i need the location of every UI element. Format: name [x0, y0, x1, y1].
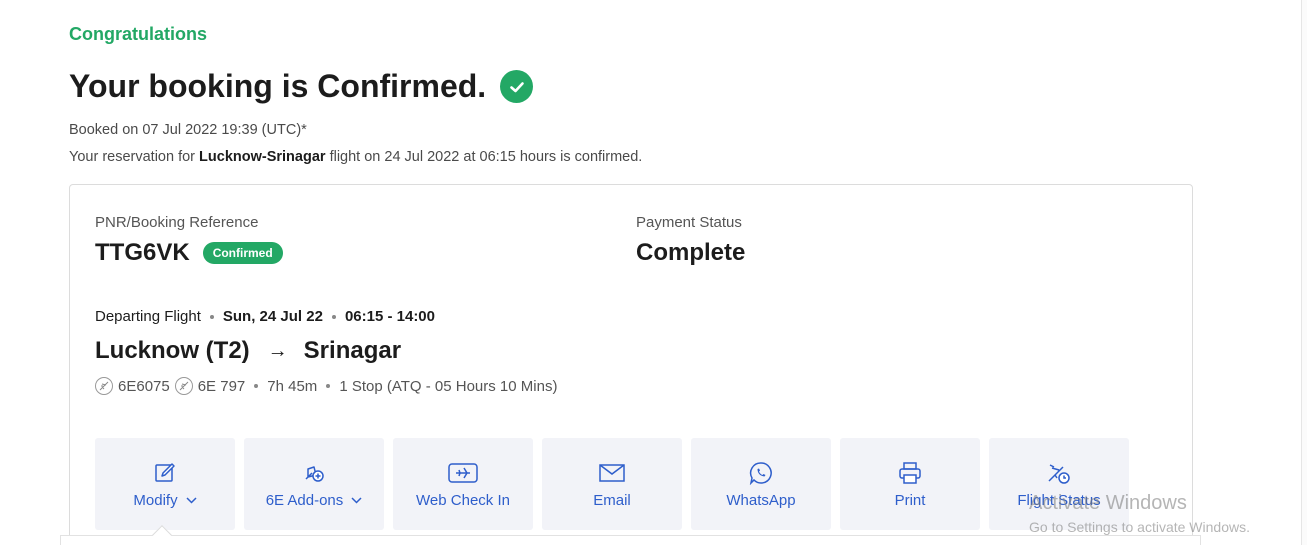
separator-dot — [331, 314, 336, 319]
booked-on-text: Booked on 07 Jul 2022 19:39 (UTC)* — [69, 122, 307, 138]
status-badge: Confirmed — [202, 242, 283, 264]
chevron-down-icon — [186, 496, 197, 504]
watermark-subtitle: Go to Settings to activate Windows. — [1029, 519, 1250, 535]
email-label: Email — [593, 491, 631, 509]
payment-status-label: Payment Status — [636, 214, 742, 231]
separator-dot — [209, 314, 214, 319]
printer-icon — [898, 460, 922, 486]
addons-icon — [302, 460, 326, 486]
modify-label: Modify — [133, 491, 178, 509]
modify-dropdown-panel — [60, 535, 1201, 545]
windows-activation-watermark: Activate Windows Go to Settings to activ… — [1029, 492, 1250, 535]
reservation-route: Lucknow-Srinagar — [199, 149, 326, 165]
airplane-icon — [95, 377, 113, 395]
flight-route: Lucknow (T2) → Srinagar — [95, 337, 401, 365]
watermark-title: Activate Windows — [1029, 492, 1187, 514]
reservation-suffix: flight on 24 Jul 2022 at 06:15 hours is … — [325, 149, 643, 165]
envelope-icon — [599, 460, 625, 486]
addons-label: 6E Add-ons — [265, 491, 344, 509]
edit-icon — [153, 460, 177, 486]
pnr-label: PNR/Booking Reference — [95, 214, 259, 231]
pnr-value: TTG6VK — [95, 239, 190, 266]
reservation-prefix: Your reservation for — [69, 149, 200, 165]
airplane-icon — [174, 377, 193, 395]
flight-number-2: 6E 797 — [197, 377, 246, 395]
print-label: Print — [894, 491, 926, 509]
action-bar: Modify 6E Add-ons Web Check In Email Wha… — [95, 438, 1129, 530]
flight-date: Sun, 24 Jul 22 — [222, 308, 323, 325]
booking-card: PNR/Booking Reference TTG6VK Confirmed P… — [69, 184, 1193, 545]
separator-dot — [254, 384, 259, 388]
modify-button[interactable]: Modify — [95, 438, 235, 530]
flight-details: 6E6075 6E 797 7h 45m 1 Stop (ATQ - 05 Ho… — [95, 377, 557, 395]
headline-text: Your booking is Confirmed. — [69, 68, 487, 104]
departing-flight-row: Departing Flight Sun, 24 Jul 22 06:15 - … — [95, 308, 435, 325]
whatsapp-button[interactable]: WhatsApp — [691, 438, 831, 530]
check-circle-icon — [500, 70, 534, 103]
congratulations-label: Congratulations — [69, 24, 207, 44]
flight-number-1: 6E6075 — [118, 377, 170, 395]
vertical-scrollbar[interactable] — [1301, 0, 1307, 545]
print-button[interactable]: Print — [840, 438, 980, 530]
origin-city: Lucknow (T2) — [95, 337, 250, 364]
separator-dot — [326, 384, 331, 388]
web-check-in-label: Web Check In — [416, 491, 510, 509]
reservation-text: Your reservation for Lucknow-Srinagar fl… — [69, 149, 642, 165]
whatsapp-icon — [749, 460, 773, 486]
flight-stops: 1 Stop (ATQ - 05 Hours 10 Mins) — [339, 377, 558, 395]
departing-label: Departing Flight — [95, 308, 201, 325]
addons-button[interactable]: 6E Add-ons — [244, 438, 384, 530]
page-title: Your booking is Confirmed. — [69, 68, 534, 105]
flight-time: 06:15 - 14:00 — [344, 308, 435, 325]
flight-status-icon — [1046, 460, 1072, 486]
whatsapp-label: WhatsApp — [726, 491, 796, 509]
pnr-row: TTG6VK Confirmed — [95, 239, 283, 267]
destination-city: Srinagar — [303, 337, 402, 364]
payment-status-value: Complete — [636, 239, 746, 266]
email-button[interactable]: Email — [542, 438, 682, 530]
arrow-right-icon: → — [267, 339, 288, 362]
flight-duration: 7h 45m — [267, 377, 318, 395]
chevron-down-icon — [351, 496, 362, 504]
web-check-in-button[interactable]: Web Check In — [393, 438, 533, 530]
boarding-pass-icon — [448, 460, 478, 486]
